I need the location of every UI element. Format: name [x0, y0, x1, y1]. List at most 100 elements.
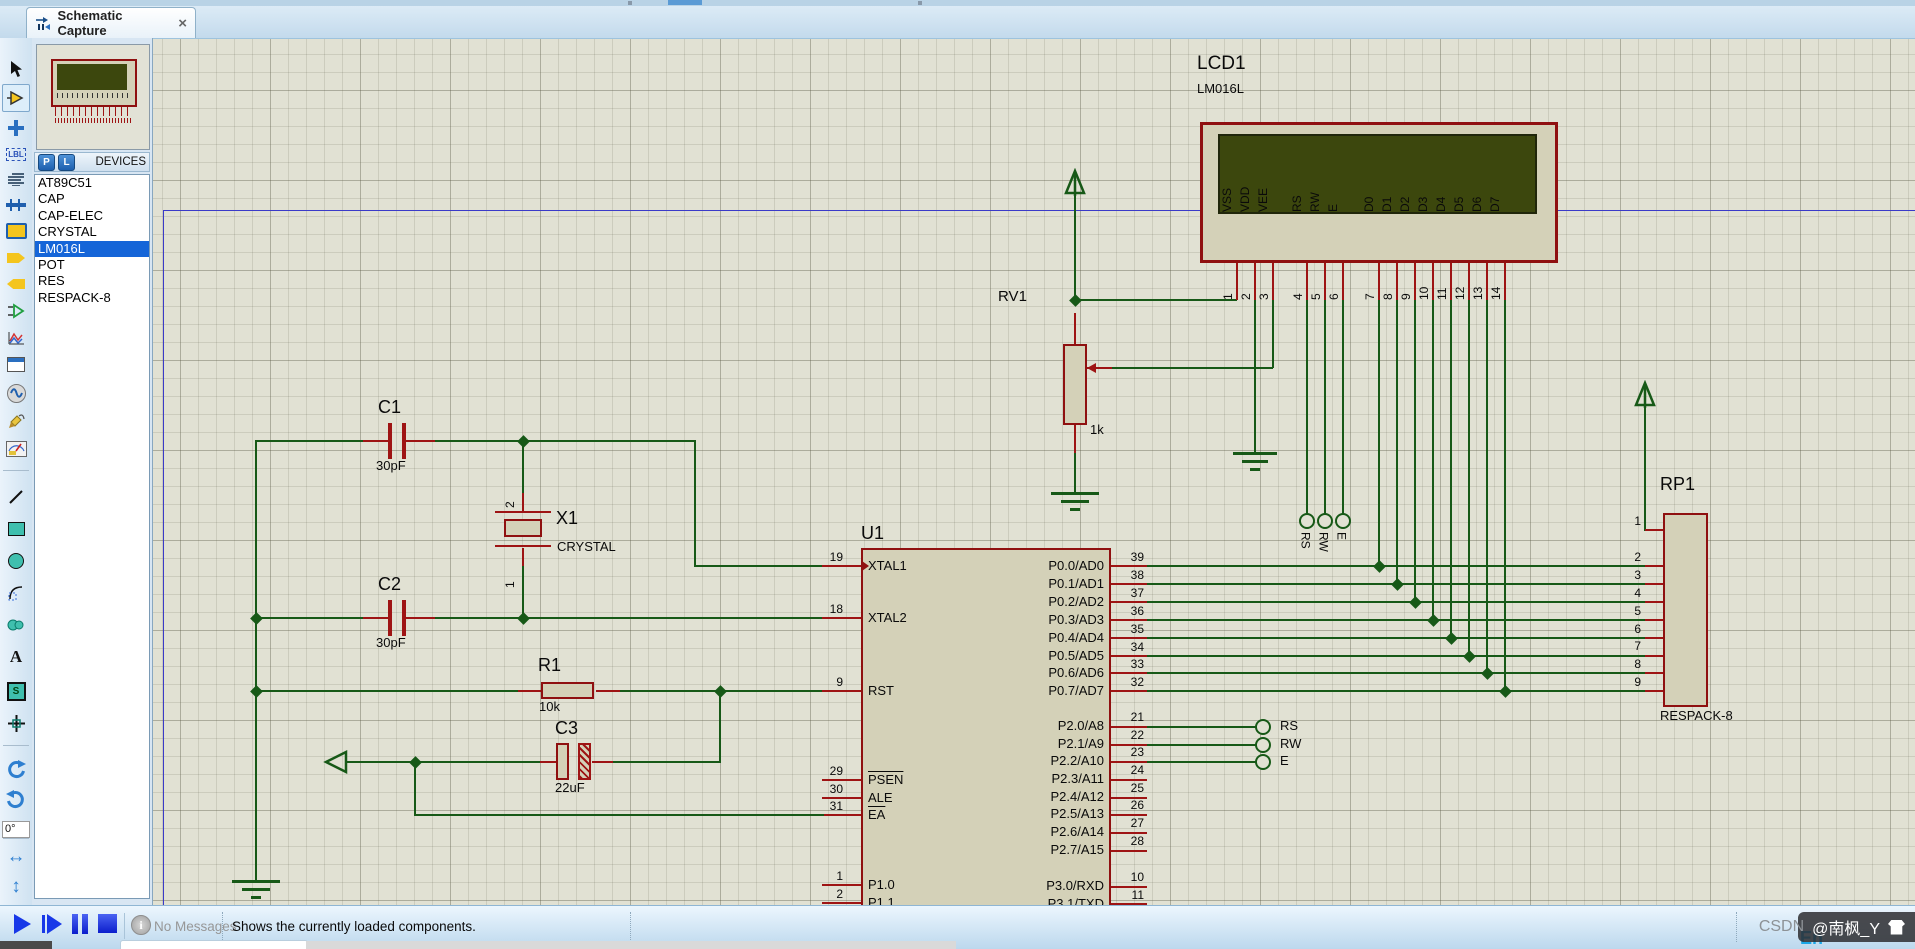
device-pin-mode-button[interactable] — [2, 271, 30, 297]
tab-close-icon[interactable]: × — [178, 15, 187, 32]
signal-terminal-rw[interactable] — [1317, 513, 1333, 529]
pin[interactable] — [1432, 263, 1434, 300]
2d-box-button[interactable] — [2, 516, 30, 542]
pin[interactable] — [1342, 263, 1344, 300]
cap-elec-plate-hatched[interactable] — [578, 743, 591, 780]
generator-mode-button[interactable] — [2, 380, 30, 406]
signal-terminal-e[interactable] — [1255, 754, 1271, 770]
selection-mode-button[interactable] — [2, 56, 30, 82]
crystal-plate[interactable] — [495, 545, 551, 547]
capacitor-plate[interactable] — [402, 600, 406, 636]
pin[interactable] — [1645, 655, 1663, 657]
pin[interactable] — [1396, 263, 1398, 300]
pin[interactable] — [1450, 263, 1452, 300]
pin[interactable] — [1111, 850, 1147, 852]
wire[interactable] — [694, 565, 822, 567]
pin[interactable] — [1236, 263, 1238, 300]
pin[interactable] — [822, 779, 861, 781]
pin[interactable] — [1414, 263, 1416, 300]
voltage-probe-mode-button[interactable] — [2, 408, 30, 434]
wire-label-mode-button[interactable]: LBL — [2, 141, 30, 167]
pin[interactable] — [522, 493, 524, 512]
pin[interactable] — [1645, 619, 1663, 621]
pin[interactable] — [822, 617, 861, 619]
wire[interactable] — [1450, 299, 1452, 639]
device-item[interactable]: AT89C51 — [35, 175, 149, 191]
wire[interactable] — [1074, 452, 1076, 492]
wire[interactable] — [255, 440, 257, 882]
pin[interactable] — [1468, 263, 1470, 300]
wire[interactable] — [1378, 299, 1380, 567]
wire[interactable] — [1147, 637, 1645, 639]
pin[interactable] — [596, 690, 620, 692]
wire[interactable] — [1254, 299, 1256, 452]
bus-mode-button[interactable] — [2, 192, 30, 218]
pin[interactable] — [822, 565, 861, 567]
pin[interactable] — [1111, 637, 1147, 639]
terminal-mode-button[interactable] — [2, 245, 30, 271]
wire[interactable] — [1147, 672, 1645, 674]
stop-button[interactable] — [98, 914, 117, 933]
wire[interactable] — [1074, 299, 1237, 301]
pin[interactable] — [518, 690, 543, 692]
wire[interactable] — [256, 690, 518, 692]
pin[interactable] — [1111, 601, 1147, 603]
pin[interactable] — [1272, 263, 1274, 300]
play-button[interactable] — [14, 914, 31, 934]
pin[interactable] — [1645, 672, 1663, 674]
wire[interactable] — [1147, 761, 1256, 763]
wire[interactable] — [1414, 299, 1416, 603]
pin[interactable] — [406, 440, 435, 442]
tab-schematic-capture[interactable]: Schematic Capture × — [26, 7, 196, 38]
2d-symbol-button[interactable]: S — [2, 678, 30, 704]
device-item[interactable]: CAP — [35, 191, 149, 207]
wire[interactable] — [1644, 404, 1646, 531]
pin[interactable] — [1486, 263, 1488, 300]
wire[interactable] — [435, 617, 822, 619]
wire[interactable] — [1486, 299, 1488, 674]
pin[interactable] — [1074, 425, 1076, 453]
info-icon[interactable]: i — [131, 915, 151, 935]
power-terminal[interactable] — [1063, 168, 1087, 196]
pin[interactable] — [363, 440, 389, 442]
rotate-anticlockwise-button[interactable] — [2, 786, 30, 812]
device-item[interactable]: RESPACK-8 — [35, 290, 149, 306]
pin[interactable] — [1645, 529, 1663, 531]
text-script-mode-button[interactable] — [2, 166, 30, 192]
wire[interactable] — [1504, 299, 1506, 692]
wire[interactable] — [1147, 565, 1645, 567]
step-button[interactable] — [42, 914, 62, 934]
capacitor-plate[interactable] — [402, 423, 406, 459]
wire[interactable] — [1306, 299, 1308, 515]
flip-horizontal-button[interactable]: ↔ — [2, 844, 30, 870]
wire[interactable] — [613, 761, 720, 763]
crystal-body[interactable] — [504, 519, 542, 537]
devices-list[interactable]: AT89C51 CAP CAP-ELEC CRYSTAL LM016L POT … — [34, 174, 150, 899]
pin[interactable] — [1504, 263, 1506, 300]
wire[interactable] — [1074, 194, 1076, 301]
graph-mode-button[interactable] — [2, 298, 30, 324]
component-mode-button[interactable] — [2, 84, 30, 112]
wire[interactable] — [1147, 655, 1645, 657]
signal-terminal-rw[interactable] — [1255, 737, 1271, 753]
active-popup-mode-button[interactable] — [2, 351, 30, 377]
device-item[interactable]: CRYSTAL — [35, 224, 149, 240]
crystal-plate[interactable] — [495, 511, 551, 513]
schematic-canvas[interactable]: LCD1 LM016L U1 X1 CRYSTAL C1 30pF C2 30p… — [0, 0, 1915, 905]
ground-symbol[interactable] — [1233, 452, 1277, 455]
signal-terminal-rs[interactable] — [1255, 719, 1271, 735]
2d-circle-button[interactable] — [2, 548, 30, 574]
terminal-arrow[interactable] — [323, 749, 349, 775]
wire[interactable] — [1147, 601, 1645, 603]
pin[interactable] — [1111, 583, 1147, 585]
pin[interactable] — [1645, 637, 1663, 639]
pin[interactable] — [406, 617, 435, 619]
device-item-selected[interactable]: LM016L — [35, 240, 149, 257]
pot-body[interactable] — [1063, 344, 1087, 425]
wire[interactable] — [347, 761, 540, 763]
pause-button[interactable] — [72, 914, 88, 934]
pin[interactable] — [1111, 672, 1147, 674]
pin[interactable] — [1324, 263, 1326, 300]
pin[interactable] — [822, 690, 861, 692]
rotate-clockwise-button[interactable] — [2, 756, 30, 782]
